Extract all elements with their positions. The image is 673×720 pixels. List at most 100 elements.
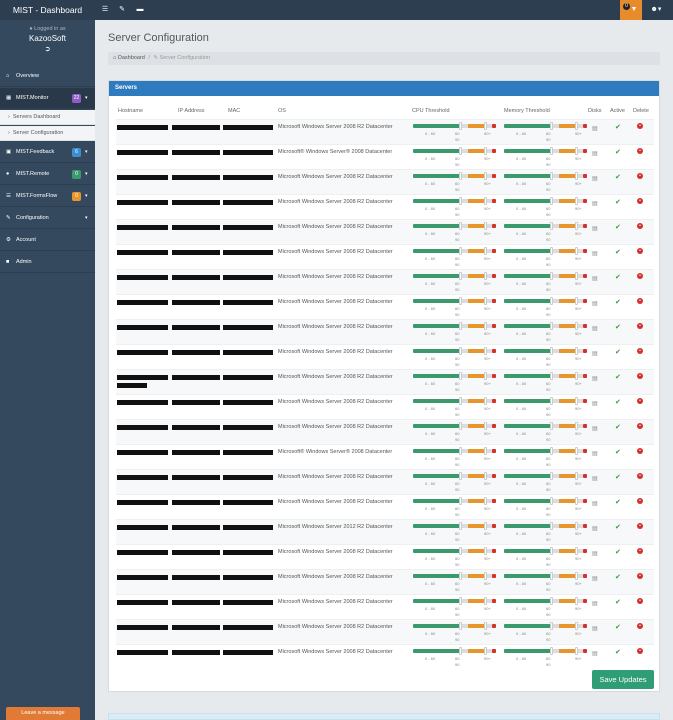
memory-threshold-slider[interactable]: 0 - 60 60 90+ 90 [504,472,590,493]
disk-icon[interactable]: ▤ [592,500,598,507]
active-check-icon[interactable]: ✔ [615,223,621,231]
delete-icon[interactable]: • [637,398,643,404]
disk-icon[interactable]: ▤ [592,200,598,207]
active-check-icon[interactable]: ✔ [615,323,621,331]
app-title[interactable]: MIST - Dashboard [0,0,95,20]
disk-icon[interactable]: ▤ [592,550,598,557]
memory-threshold-slider[interactable]: 0 - 60 60 90+ 90 [504,572,590,593]
active-check-icon[interactable]: ✔ [615,448,621,456]
active-check-icon[interactable]: ✔ [615,173,621,181]
leave-message-button[interactable]: Leave a message [6,707,80,720]
active-check-icon[interactable]: ✔ [615,123,621,131]
delete-icon[interactable]: • [637,623,643,629]
sidebar-subitem-3[interactable]: › Server Configuration [0,126,95,141]
cpu-threshold-slider[interactable]: 0 - 60 60 90+ 90 [413,222,499,243]
disk-icon[interactable]: ▤ [592,250,598,257]
memory-threshold-slider[interactable]: 0 - 60 60 90+ 90 [504,647,590,668]
delete-icon[interactable]: • [637,548,643,554]
disk-icon[interactable]: ▤ [592,650,598,657]
disk-icon[interactable]: ▤ [592,175,598,182]
delete-icon[interactable]: • [637,148,643,154]
cpu-threshold-slider[interactable]: 0 - 60 60 90+ 90 [413,622,499,643]
disk-icon[interactable]: ▤ [592,525,598,532]
sidebar-item-mist-feedback[interactable]: ▣ MIST.Feedback 6 ▾ [0,142,95,163]
sidebar-item-overview[interactable]: ⌂ Overview [0,66,95,87]
sidebar-item-admin[interactable]: ■ Admin [0,252,95,273]
active-check-icon[interactable]: ✔ [615,623,621,631]
active-check-icon[interactable]: ✔ [615,423,621,431]
delete-icon[interactable]: • [637,523,643,529]
disk-icon[interactable]: ▤ [592,225,598,232]
delete-icon[interactable]: • [637,173,643,179]
active-check-icon[interactable]: ✔ [615,373,621,381]
delete-icon[interactable]: • [637,598,643,604]
cpu-threshold-slider[interactable]: 0 - 60 60 90+ 90 [413,322,499,343]
sidebar-subitem-2[interactable]: › Servers Dashboard [0,110,95,125]
save-updates-button[interactable]: Save Updates [592,670,654,689]
disk-icon[interactable]: ▤ [592,600,598,607]
delete-icon[interactable]: • [637,248,643,254]
cpu-threshold-slider[interactable]: 0 - 60 60 90+ 90 [413,447,499,468]
memory-threshold-slider[interactable]: 0 - 60 60 90+ 90 [504,372,590,393]
cpu-threshold-slider[interactable]: 0 - 60 60 90+ 90 [413,247,499,268]
active-check-icon[interactable]: ✔ [615,398,621,406]
memory-threshold-slider[interactable]: 0 - 60 60 90+ 90 [504,272,590,293]
minus-icon[interactable]: ▬ [135,5,145,15]
memory-threshold-slider[interactable]: 0 - 60 60 90+ 90 [504,547,590,568]
memory-threshold-slider[interactable]: 0 - 60 60 90+ 90 [504,322,590,343]
memory-threshold-slider[interactable]: 0 - 60 60 90+ 90 [504,147,590,168]
breadcrumb-dashboard[interactable]: Dashboard [118,55,145,61]
sidebar-item-mist-remote[interactable]: ● MIST.Remote 0 ▾ [0,164,95,185]
cpu-threshold-slider[interactable]: 0 - 60 60 90+ 90 [413,197,499,218]
memory-threshold-slider[interactable]: 0 - 60 60 90+ 90 [504,422,590,443]
cpu-threshold-slider[interactable]: 0 - 60 60 90+ 90 [413,372,499,393]
disk-icon[interactable]: ▤ [592,375,598,382]
active-check-icon[interactable]: ✔ [615,148,621,156]
cpu-threshold-slider[interactable]: 0 - 60 60 90+ 90 [413,647,499,668]
disk-icon[interactable]: ▤ [592,575,598,582]
cpu-threshold-slider[interactable]: 0 - 60 60 90+ 90 [413,472,499,493]
disk-icon[interactable]: ▤ [592,300,598,307]
cpu-threshold-slider[interactable]: 0 - 60 60 90+ 90 [413,272,499,293]
pencil-icon[interactable]: ✎ [117,5,127,15]
memory-threshold-slider[interactable]: 0 - 60 60 90+ 90 [504,522,590,543]
active-check-icon[interactable]: ✔ [615,573,621,581]
cpu-threshold-slider[interactable]: 0 - 60 60 90+ 90 [413,397,499,418]
sidebar-item-mist-formsflow[interactable]: ☰ MIST.FormsFlow 0 ▾ [0,186,95,207]
disk-icon[interactable]: ▤ [592,475,598,482]
delete-icon[interactable]: • [637,648,643,654]
memory-threshold-slider[interactable]: 0 - 60 60 90+ 90 [504,597,590,618]
cpu-threshold-slider[interactable]: 0 - 60 60 90+ 90 [413,147,499,168]
disk-icon[interactable]: ▤ [592,325,598,332]
delete-icon[interactable]: • [637,573,643,579]
list-icon[interactable]: ☰ [100,5,110,15]
disk-icon[interactable]: ▤ [592,350,598,357]
cpu-threshold-slider[interactable]: 0 - 60 60 90+ 90 [413,522,499,543]
active-check-icon[interactable]: ✔ [615,598,621,606]
memory-threshold-slider[interactable]: 0 - 60 60 90+ 90 [504,297,590,318]
memory-threshold-slider[interactable]: 0 - 60 60 90+ 90 [504,122,590,143]
disk-icon[interactable]: ▤ [592,450,598,457]
user-menu-button[interactable]: ☻▾ [646,0,666,20]
active-check-icon[interactable]: ✔ [615,648,621,656]
memory-threshold-slider[interactable]: 0 - 60 60 90+ 90 [504,622,590,643]
disk-icon[interactable]: ▤ [592,125,598,132]
memory-threshold-slider[interactable]: 0 - 60 60 90+ 90 [504,247,590,268]
active-check-icon[interactable]: ✔ [615,548,621,556]
memory-threshold-slider[interactable]: 0 - 60 60 90+ 90 [504,497,590,518]
active-check-icon[interactable]: ✔ [615,248,621,256]
memory-threshold-slider[interactable]: 0 - 60 60 90+ 90 [504,222,590,243]
delete-icon[interactable]: • [637,373,643,379]
sidebar-item-mist-monitor[interactable]: ▦ MIST.Monitor 22 ▾ [0,88,95,109]
active-check-icon[interactable]: ✔ [615,473,621,481]
cpu-threshold-slider[interactable]: 0 - 60 60 90+ 90 [413,297,499,318]
delete-icon[interactable]: • [637,473,643,479]
cpu-threshold-slider[interactable]: 0 - 60 60 90+ 90 [413,547,499,568]
cpu-threshold-slider[interactable]: 0 - 60 60 90+ 90 [413,422,499,443]
delete-icon[interactable]: • [637,273,643,279]
cpu-threshold-slider[interactable]: 0 - 60 60 90+ 90 [413,122,499,143]
active-check-icon[interactable]: ✔ [615,523,621,531]
delete-icon[interactable]: • [637,323,643,329]
memory-threshold-slider[interactable]: 0 - 60 60 90+ 90 [504,172,590,193]
delete-icon[interactable]: • [637,223,643,229]
